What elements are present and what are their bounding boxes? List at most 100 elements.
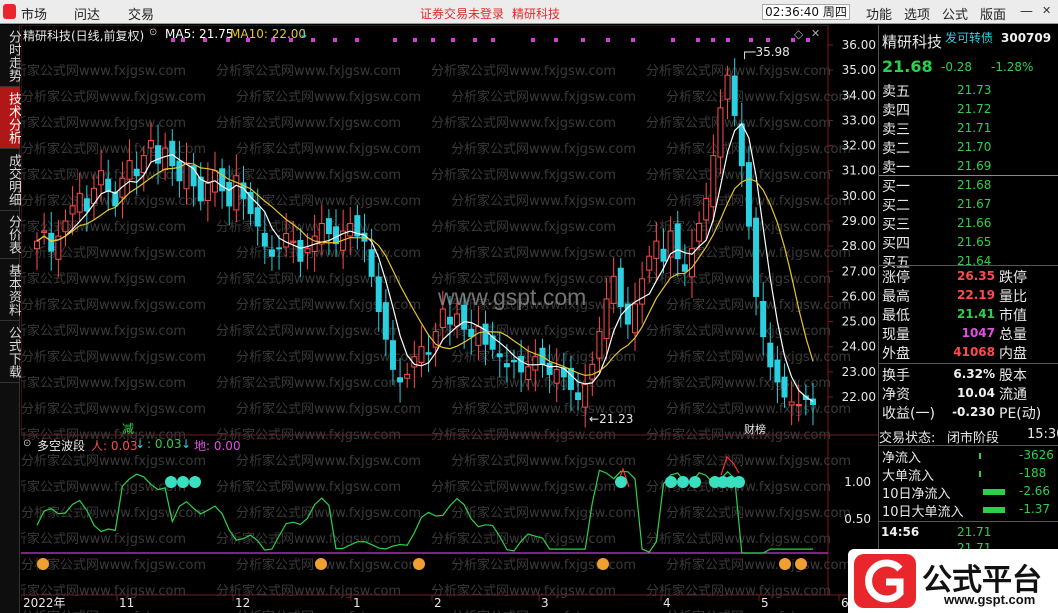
bid-price[interactable]: 21.66	[957, 216, 991, 230]
top-signal-icon	[689, 476, 701, 488]
stat-label: 外盘	[882, 346, 910, 362]
watermark-text: 分析家公式网www.fxjgsw.com	[21, 89, 206, 105]
signal-dot	[531, 38, 535, 42]
menu-formula[interactable]: 公式	[942, 4, 968, 23]
stat-label: 涨停	[882, 270, 910, 286]
trade-status-value: 闭市阶段	[947, 431, 1000, 446]
ask-price[interactable]: 21.69	[957, 159, 991, 173]
candle-body	[617, 267, 624, 307]
watermark-text: 分析家公式网www.fxjgsw.com	[216, 219, 401, 235]
signal-dot	[749, 38, 753, 42]
bid-price[interactable]: 21.65	[957, 235, 991, 249]
top-signal-icon	[189, 476, 201, 488]
candle-body	[788, 401, 795, 406]
stat-value: 41068	[953, 345, 995, 359]
divider	[879, 363, 1058, 364]
candle-body	[397, 377, 404, 383]
price-tick-label: 23.00	[842, 365, 876, 379]
watermark-text: 分析家公式网www.fxjgsw.com	[431, 63, 616, 79]
tab-fundamentals[interactable]: 基本资料	[0, 259, 21, 321]
price-tick-label: 22.00	[842, 390, 876, 404]
divider	[879, 521, 1058, 522]
flow-label: 10日净流入	[882, 487, 951, 502]
convertible-bond-tag[interactable]: 发可转债	[945, 29, 993, 46]
watermark-text: 分析家公式网www.fxjgsw.com	[21, 297, 206, 313]
candle-body	[41, 230, 48, 233]
price-tick-label: 35.00	[842, 63, 876, 77]
chart-title[interactable]: 精研科技(日线,前复权)	[23, 27, 144, 44]
candle-body	[34, 240, 40, 250]
menu-options[interactable]: 选项	[904, 4, 930, 23]
menu-wenda[interactable]: 问达	[74, 4, 100, 23]
signal-dot	[491, 38, 495, 42]
watermark-text: 分析家公式网www.fxjgsw.com	[666, 89, 851, 105]
chart-area[interactable]: 分析家公式网www.fxjgsw.com 分析家公式网www.fxjgsw.com…	[21, 25, 878, 613]
close-panel-icon[interactable]: ✕	[811, 27, 820, 40]
watermark-text: 分析家公式网www.fxjgsw.com	[21, 531, 186, 547]
brand-logo: 公式平台 www.gspt.com	[848, 549, 1058, 613]
tab-technical[interactable]: 技术分析	[0, 87, 21, 149]
candle-body	[468, 328, 475, 338]
candle-body	[518, 356, 525, 373]
minimize-button[interactable]: —	[1020, 4, 1033, 19]
menu-market[interactable]: 市场	[21, 4, 47, 23]
ask-level-label: 卖五	[882, 84, 910, 100]
watermark-text: 分析家公式网www.fxjgsw.com	[646, 219, 831, 235]
menu-trade[interactable]: 交易	[128, 4, 154, 23]
signal-dot	[393, 38, 397, 42]
menu-function[interactable]: 功能	[866, 4, 892, 23]
tab-ticks[interactable]: 成交明细	[0, 149, 21, 211]
candle-body	[496, 353, 503, 358]
bottom-signal-icon	[597, 558, 609, 570]
candle-body	[596, 331, 603, 359]
candle-body	[425, 352, 432, 355]
time-axis-label: 11	[119, 596, 134, 610]
clock-display: 02:36:40 周四	[762, 4, 850, 20]
time-axis-label: 12	[235, 596, 250, 610]
bid-price[interactable]: 21.68	[957, 178, 991, 192]
chart-menu-icon[interactable]: ⊙	[149, 27, 157, 38]
watermark-text: 分析家公式网www.fxjgsw.com	[666, 297, 851, 313]
price-chart-svg[interactable]: 分析家公式网www.fxjgsw.com 分析家公式网www.fxjgsw.com…	[21, 25, 878, 613]
top-signal-icon	[665, 476, 677, 488]
ask-price[interactable]: 21.70	[957, 140, 991, 154]
ask-price[interactable]: 21.72	[957, 102, 991, 116]
candle-body	[226, 182, 233, 207]
indicator-name[interactable]: 多空波段	[37, 437, 85, 454]
signal-dot	[333, 38, 337, 42]
tab-formula-download[interactable]: 公式下载	[0, 321, 21, 383]
watermark-text: 分析家公式网www.fxjgsw.com	[21, 271, 186, 287]
signal-dot	[355, 38, 359, 42]
time-axis-label: 4	[663, 596, 671, 610]
watermark-text: 分析家公式网www.fxjgsw.com	[451, 193, 636, 209]
candle-body	[454, 313, 461, 327]
signal-dot	[696, 38, 700, 42]
candle-body	[62, 220, 69, 233]
ask-price[interactable]: 21.73	[957, 83, 991, 97]
price-tick-label: 32.00	[842, 139, 876, 153]
ask-level-label: 卖四	[882, 103, 910, 119]
close-button[interactable]: ✕	[1042, 4, 1051, 17]
diamond-icon[interactable]: ◇	[794, 27, 803, 41]
login-status[interactable]: 证券交易未登录	[420, 5, 504, 22]
ask-price[interactable]: 21.71	[957, 121, 991, 135]
watermark-text: 分析家公式网www.fxjgsw.com	[216, 375, 401, 391]
watermark-text: 分析家公式网www.fxjgsw.com	[21, 349, 206, 365]
watermark-text: 分析家公式网www.fxjgsw.com	[236, 557, 421, 573]
candle-body	[176, 160, 183, 182]
candle-body	[482, 323, 489, 345]
tab-intraday[interactable]: 分时走势	[0, 25, 21, 87]
tab-price-table[interactable]: 分价表	[0, 211, 21, 259]
candle-body	[753, 217, 760, 297]
quote-panel: 精研科技 发可转债 300709 21.68 -0.28 -1.28% 卖五 21…	[878, 25, 1058, 613]
indicator-menu-icon[interactable]: ⊙	[23, 438, 31, 449]
price-tick-label: 31.00	[842, 164, 876, 178]
candle-body	[105, 178, 112, 192]
bid-price[interactable]: 21.67	[957, 197, 991, 211]
candle-body	[696, 223, 703, 242]
menu-layout[interactable]: 版面	[980, 4, 1006, 23]
signal-dot	[631, 38, 635, 42]
candle-body	[639, 278, 646, 305]
candle-body	[183, 162, 190, 190]
center-watermark: www.gspt.com	[437, 284, 586, 310]
